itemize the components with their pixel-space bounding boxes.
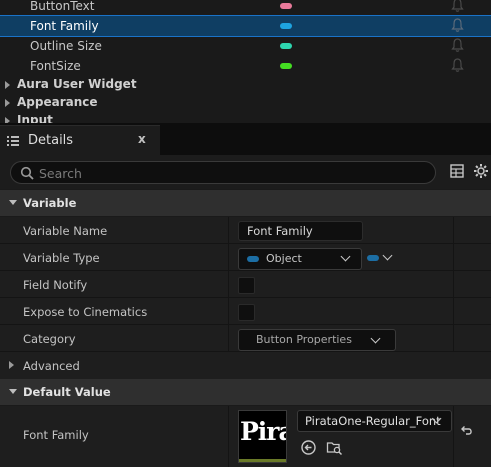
prop-category: Category Button Properties: [0, 325, 491, 352]
category-dropdown[interactable]: Button Properties: [238, 329, 396, 351]
search-input[interactable]: [39, 164, 419, 182]
variable-row-buttontext[interactable]: ButtonText: [0, 0, 491, 16]
section-variable[interactable]: Variable: [0, 190, 491, 216]
section-label: Default Value: [23, 385, 111, 399]
prop-label: Field Notify: [23, 278, 88, 292]
thumbnail-asset-bar: [239, 459, 286, 462]
variable-type-value: Object: [266, 252, 302, 265]
font-asset-value: PirataOne-Regular_Font: [305, 414, 441, 428]
details-list-icon: [7, 136, 19, 146]
variable-name: FontSize: [30, 59, 81, 73]
variable-row-outline-size[interactable]: Outline Size: [0, 36, 491, 56]
collapse-arrow-icon[interactable]: [9, 389, 17, 394]
browse-asset-icon[interactable]: [326, 439, 343, 456]
thumbnail-text: Pira: [240, 417, 286, 446]
variable-name: ButtonText: [30, 0, 95, 13]
category-value: Button Properties: [256, 333, 352, 346]
container-type-pill[interactable]: [367, 255, 379, 261]
expand-arrow-icon[interactable]: [9, 361, 14, 369]
chevron-down-icon[interactable]: [382, 250, 393, 261]
variable-type-pill: [280, 23, 292, 29]
expand-arrow-icon[interactable]: [5, 81, 10, 89]
category-label: Aura User Widget: [17, 77, 137, 91]
replication-bell-icon[interactable]: [451, 0, 464, 13]
use-selected-asset-icon[interactable]: [300, 439, 317, 456]
prop-label: Category: [23, 332, 76, 346]
font-asset-dropdown[interactable]: PirataOne-Regular_Font: [297, 410, 452, 432]
variable-type-pill: [280, 63, 292, 69]
reset-to-default-icon[interactable]: [458, 423, 475, 440]
advanced-label: Advanced: [23, 359, 80, 373]
tab-details[interactable]: Details x: [0, 125, 160, 155]
details-tab-bar: Details x: [0, 123, 491, 155]
close-icon[interactable]: x: [138, 132, 146, 146]
replication-bell-icon[interactable]: [451, 38, 464, 53]
prop-label: Font Family: [23, 428, 89, 442]
replication-bell-icon[interactable]: [451, 18, 464, 33]
variable-type-pill: [280, 43, 292, 49]
replication-bell-icon[interactable]: [451, 58, 464, 73]
category-input[interactable]: Input: [0, 112, 491, 123]
prop-label: Expose to Cinematics: [23, 305, 148, 319]
collapse-arrow-icon[interactable]: [9, 200, 17, 205]
category-aura-user-widget[interactable]: Aura User Widget: [0, 76, 491, 94]
expose-to-cinematics-checkbox[interactable]: [238, 304, 255, 321]
property-matrix-icon[interactable]: [450, 164, 464, 178]
variable-type-pill: [280, 3, 292, 9]
search-icon: [20, 166, 34, 180]
details-panel: Variable Variable Name Font Family Varia…: [0, 189, 491, 467]
field-notify-checkbox[interactable]: [238, 277, 255, 294]
variable-type-dropdown[interactable]: Object: [238, 248, 362, 270]
chevron-down-icon: [340, 251, 351, 262]
gear-icon[interactable]: [473, 163, 489, 179]
search-box: [10, 161, 436, 184]
prop-label: Variable Type: [23, 251, 100, 265]
font-asset-thumbnail[interactable]: Pira: [238, 410, 287, 463]
prop-expose-to-cinematics: Expose to Cinematics: [0, 298, 491, 325]
category-appearance[interactable]: Appearance: [0, 94, 491, 112]
object-type-pill: [247, 256, 259, 262]
expand-arrow-icon[interactable]: [5, 99, 10, 107]
variable-name: Font Family: [30, 19, 99, 33]
variable-row-font-family[interactable]: Font Family: [0, 15, 491, 37]
variable-name-field[interactable]: Font Family: [238, 221, 363, 241]
section-default-value[interactable]: Default Value: [0, 379, 491, 405]
prop-font-family-default: Font Family Pira PirataOne-Regular_Font: [0, 406, 491, 467]
tab-label: Details: [28, 133, 74, 148]
prop-variable-type: Variable Type Object: [0, 244, 491, 271]
category-label: Appearance: [17, 95, 98, 109]
prop-label: Variable Name: [23, 224, 108, 238]
prop-field-notify: Field Notify: [0, 271, 491, 298]
search-bar: [0, 155, 491, 189]
chevron-down-icon: [370, 333, 381, 344]
advanced-row[interactable]: Advanced: [0, 352, 491, 379]
variable-list: ButtonText Font Family Outline Size Font…: [0, 0, 491, 123]
section-label: Variable: [23, 196, 77, 210]
category-label: Input: [17, 113, 53, 123]
prop-variable-name: Variable Name Font Family: [0, 217, 491, 244]
variable-name: Outline Size: [30, 39, 102, 53]
variable-row-fontsize[interactable]: FontSize: [0, 56, 491, 76]
